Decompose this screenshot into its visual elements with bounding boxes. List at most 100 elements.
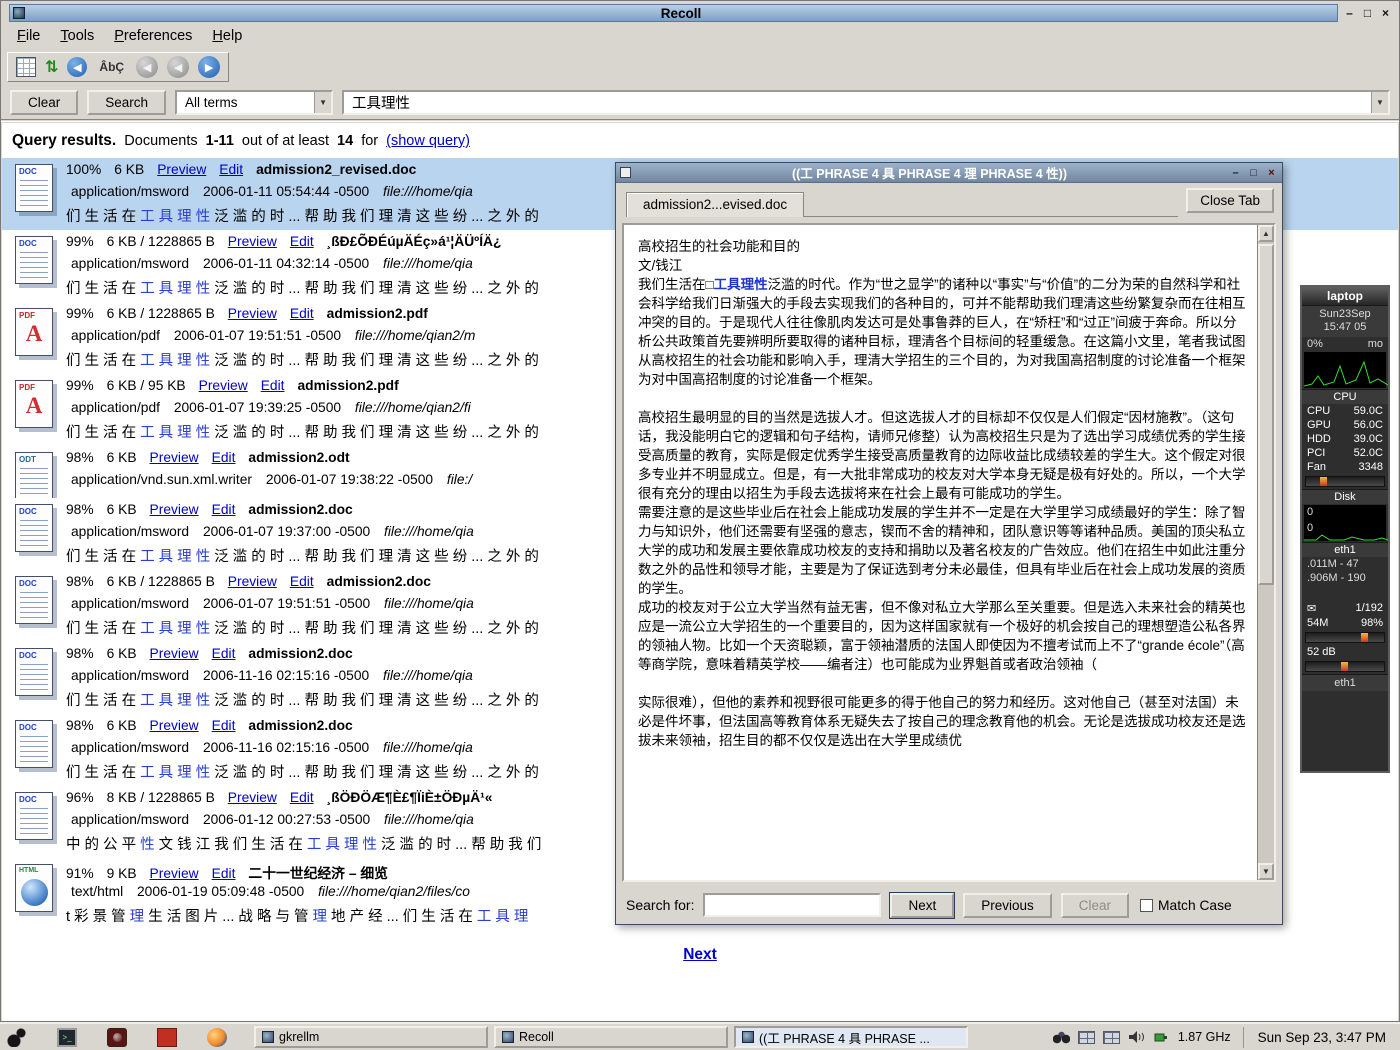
- chevron-down-icon[interactable]: ▼: [314, 92, 331, 113]
- preview-link[interactable]: Preview: [150, 502, 199, 517]
- nav-first-icon[interactable]: ◀: [136, 56, 158, 78]
- search-button[interactable]: Search: [87, 90, 166, 115]
- menu-file[interactable]: File: [7, 26, 50, 46]
- nav-forward-icon[interactable]: ▶: [198, 56, 220, 78]
- matched-term: 工 具 理 性: [140, 209, 210, 225]
- query-input[interactable]: [344, 94, 1371, 110]
- preview-link[interactable]: Preview: [228, 306, 277, 321]
- wm-menu-launcher[interactable]: [4, 1026, 30, 1049]
- edit-link[interactable]: Edit: [212, 502, 236, 517]
- taskbar-task[interactable]: ((工 PHRASE 4 具 PHRASE ...: [734, 1026, 968, 1048]
- result-url: file:/: [447, 472, 472, 487]
- find-clear-button[interactable]: Clear: [1061, 893, 1129, 918]
- scroll-down-icon[interactable]: ▼: [1258, 863, 1274, 880]
- preview-link[interactable]: Preview: [228, 790, 277, 805]
- matched-term: 性: [140, 837, 155, 853]
- snippet-text: 们 生 活 在: [66, 209, 140, 225]
- terminal-launcher[interactable]: >_: [54, 1026, 80, 1049]
- matched-term: 工 具 理 性: [140, 549, 210, 565]
- history-back-icon[interactable]: ◀: [67, 57, 87, 77]
- clear-button[interactable]: Clear: [10, 90, 78, 115]
- matched-term: 工 具 理 性: [140, 425, 210, 441]
- match-case-option[interactable]: Match Case: [1140, 898, 1232, 913]
- scroll-up-icon[interactable]: ▲: [1258, 225, 1274, 242]
- preview-link[interactable]: Preview: [157, 162, 206, 177]
- menu-help[interactable]: Help: [202, 26, 252, 46]
- binoculars-tray-icon[interactable]: [1053, 1031, 1070, 1044]
- query-combo[interactable]: ▼: [342, 90, 1390, 115]
- preview-link[interactable]: Preview: [199, 378, 248, 393]
- preview-link[interactable]: Preview: [150, 646, 199, 661]
- result-date: 2006-11-16 02:15:16 -0500: [203, 740, 369, 755]
- result-url: file:///home/qia: [384, 596, 474, 611]
- workspace-pager-icon[interactable]: [1078, 1031, 1095, 1044]
- close-icon[interactable]: ×: [1378, 6, 1393, 21]
- battery-icon[interactable]: [1153, 1030, 1170, 1044]
- disk-chart: 0 0: [1304, 505, 1386, 541]
- scrollbar-thumb[interactable]: [1258, 244, 1274, 585]
- preview-link[interactable]: Preview: [150, 450, 199, 465]
- preview-link[interactable]: Preview: [228, 234, 277, 249]
- nav-back-icon[interactable]: ◀: [167, 56, 189, 78]
- maximize-icon[interactable]: □: [1360, 6, 1375, 21]
- result-relevance: 91%: [66, 866, 94, 881]
- close-tab-button[interactable]: Close Tab: [1186, 188, 1274, 213]
- window-titlebar[interactable]: Recoll: [9, 4, 1338, 22]
- document-icon: [2, 718, 66, 786]
- preview-tab[interactable]: admission2...evised.doc: [626, 192, 804, 217]
- edit-link[interactable]: Edit: [290, 574, 314, 589]
- edit-link[interactable]: Edit: [212, 718, 236, 733]
- edit-link[interactable]: Edit: [261, 378, 285, 393]
- preview-link[interactable]: Preview: [150, 718, 199, 733]
- memory-percent: 98%: [1361, 617, 1383, 629]
- find-previous-button[interactable]: Previous: [963, 893, 1052, 918]
- workspace-pager2-icon[interactable]: [1103, 1031, 1120, 1044]
- preview-maximize-icon[interactable]: □: [1246, 166, 1261, 180]
- edit-link[interactable]: Edit: [212, 866, 236, 881]
- show-query-link[interactable]: (show query): [386, 133, 470, 149]
- menu-preferences[interactable]: Preferences: [104, 26, 202, 46]
- edit-link[interactable]: Edit: [290, 306, 314, 321]
- find-next-button[interactable]: Next: [890, 893, 954, 918]
- browser-launcher[interactable]: [204, 1026, 230, 1049]
- menu-tools[interactable]: Tools: [50, 26, 104, 46]
- package-launcher[interactable]: [154, 1026, 180, 1049]
- sort-order-icon[interactable]: ⇅: [45, 57, 58, 77]
- preview-title: ((工 PHRASE 4 具 PHRASE 4 理 PHRASE 4 性)): [631, 163, 1228, 182]
- volume-icon[interactable]: [1128, 1030, 1145, 1044]
- matched-term: 理: [130, 909, 145, 925]
- next-page-link[interactable]: Next: [683, 946, 717, 963]
- preview-scrollbar[interactable]: ▲ ▼: [1257, 225, 1274, 880]
- minimize-icon[interactable]: –: [1342, 6, 1357, 21]
- result-relevance: 99%: [66, 306, 94, 321]
- results-header: Query results. Documents 1-11 out of at …: [2, 123, 1398, 158]
- match-case-checkbox[interactable]: [1140, 899, 1153, 912]
- preview-minimize-icon[interactable]: –: [1228, 166, 1243, 180]
- taskbar-task[interactable]: Recoll: [494, 1026, 728, 1048]
- preview-link[interactable]: Preview: [228, 574, 277, 589]
- edit-link[interactable]: Edit: [290, 234, 314, 249]
- screenshot-launcher[interactable]: [104, 1026, 130, 1049]
- result-date: 2006-01-11 05:54:44 -0500: [203, 184, 369, 199]
- preview-link[interactable]: Preview: [150, 866, 199, 881]
- krell-slider: [1320, 477, 1327, 486]
- results-table-icon[interactable]: [16, 57, 36, 77]
- term-explorer-icon[interactable]: ÂbÇ: [96, 59, 127, 75]
- taskbar-clock[interactable]: Sun Sep 23, 3:47 PM: [1243, 1027, 1396, 1048]
- taskbar-task[interactable]: gkrellm: [254, 1026, 488, 1048]
- edit-link[interactable]: Edit: [290, 790, 314, 805]
- mail-row: ✉ 1/192: [1302, 601, 1388, 616]
- chevron-down-icon[interactable]: ▼: [1371, 92, 1388, 113]
- preview-close-icon[interactable]: ×: [1264, 166, 1279, 180]
- find-input[interactable]: [703, 893, 881, 917]
- result-url: file:///home/qia: [383, 184, 473, 199]
- gkrellm-panel[interactable]: laptop Sun23Sep 15:47 05 0% mo CPU CPU59…: [1300, 285, 1390, 773]
- edit-link[interactable]: Edit: [212, 450, 236, 465]
- search-mode-select[interactable]: All terms ▼: [175, 90, 333, 115]
- result-size: 6 KB / 95 KB: [107, 378, 186, 393]
- edit-link[interactable]: Edit: [219, 162, 243, 177]
- edit-link[interactable]: Edit: [212, 646, 236, 661]
- preview-titlebar[interactable]: ((工 PHRASE 4 具 PHRASE 4 理 PHRASE 4 性)) –…: [616, 163, 1282, 183]
- snippet-text: 们 生 活 在: [66, 425, 140, 441]
- preview-paragraph: 需要注意的是这些毕业后在社会上能成功发展的学生并不一定是在大学里学习成绩最好的学…: [638, 503, 1249, 598]
